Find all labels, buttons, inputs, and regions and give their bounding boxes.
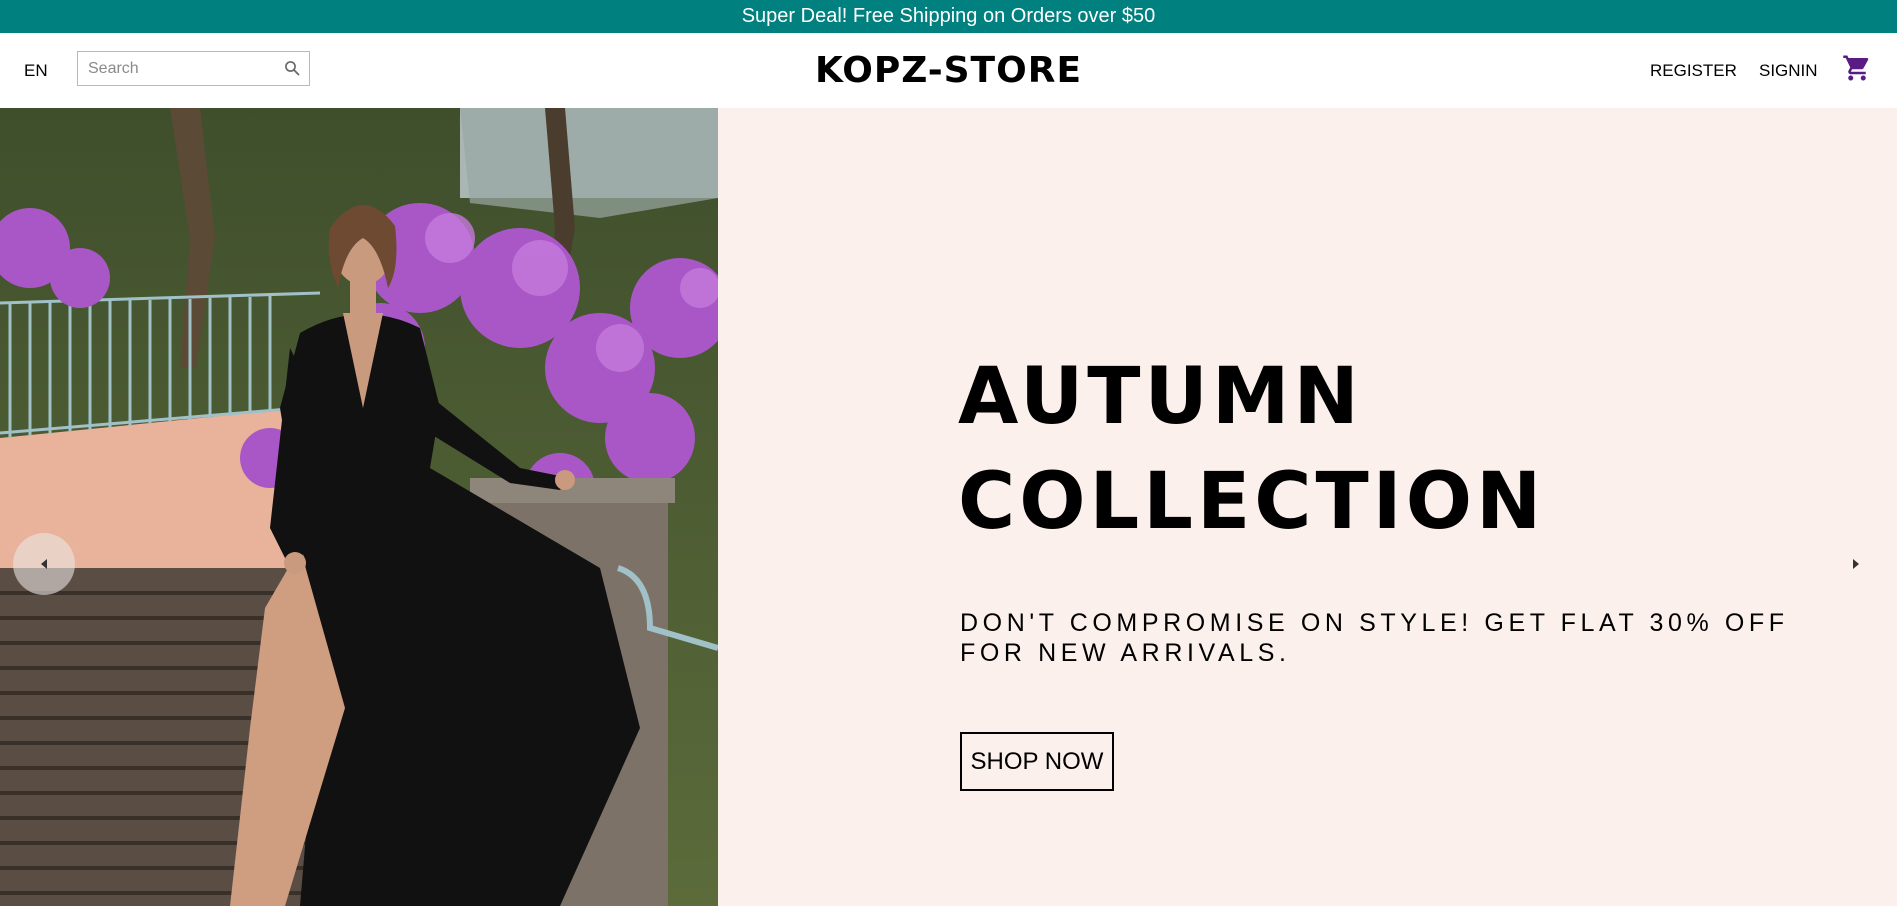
search-icon[interactable] (284, 60, 300, 76)
slider-prev-button[interactable] (13, 533, 75, 595)
arrow-right-icon (1853, 559, 1859, 569)
store-logo-text[interactable]: KOPZ-STORE (815, 50, 1082, 91)
arrow-left-icon (41, 559, 47, 569)
signin-link[interactable]: SIGNIN (1759, 33, 1818, 108)
hero-title: AUTUMN COLLECTION (958, 352, 1546, 547)
announcement-text: Super Deal! Free Shipping on Orders over… (741, 5, 1156, 27)
shopping-cart-icon[interactable] (1842, 53, 1872, 83)
announcement-bar: Super Deal! Free Shipping on Orders over… (0, 0, 1897, 33)
register-link[interactable]: REGISTER (1650, 33, 1737, 108)
hero-slider: AUTUMN COLLECTION DON'T COMPROMISE ON ST… (0, 108, 1897, 906)
language-selector[interactable]: EN (24, 33, 48, 108)
hero-description: DON'T COMPROMISE ON STYLE! GET FLAT 30% … (960, 609, 1789, 667)
shop-now-button[interactable]: SHOP NOW (960, 732, 1114, 791)
search-input[interactable] (86, 58, 280, 79)
search-box (77, 51, 310, 86)
hero-image (0, 108, 718, 906)
navbar: EN KOPZ-STORE REGISTER SIGNIN (0, 33, 1897, 108)
slider-next-button[interactable] (1825, 533, 1887, 595)
